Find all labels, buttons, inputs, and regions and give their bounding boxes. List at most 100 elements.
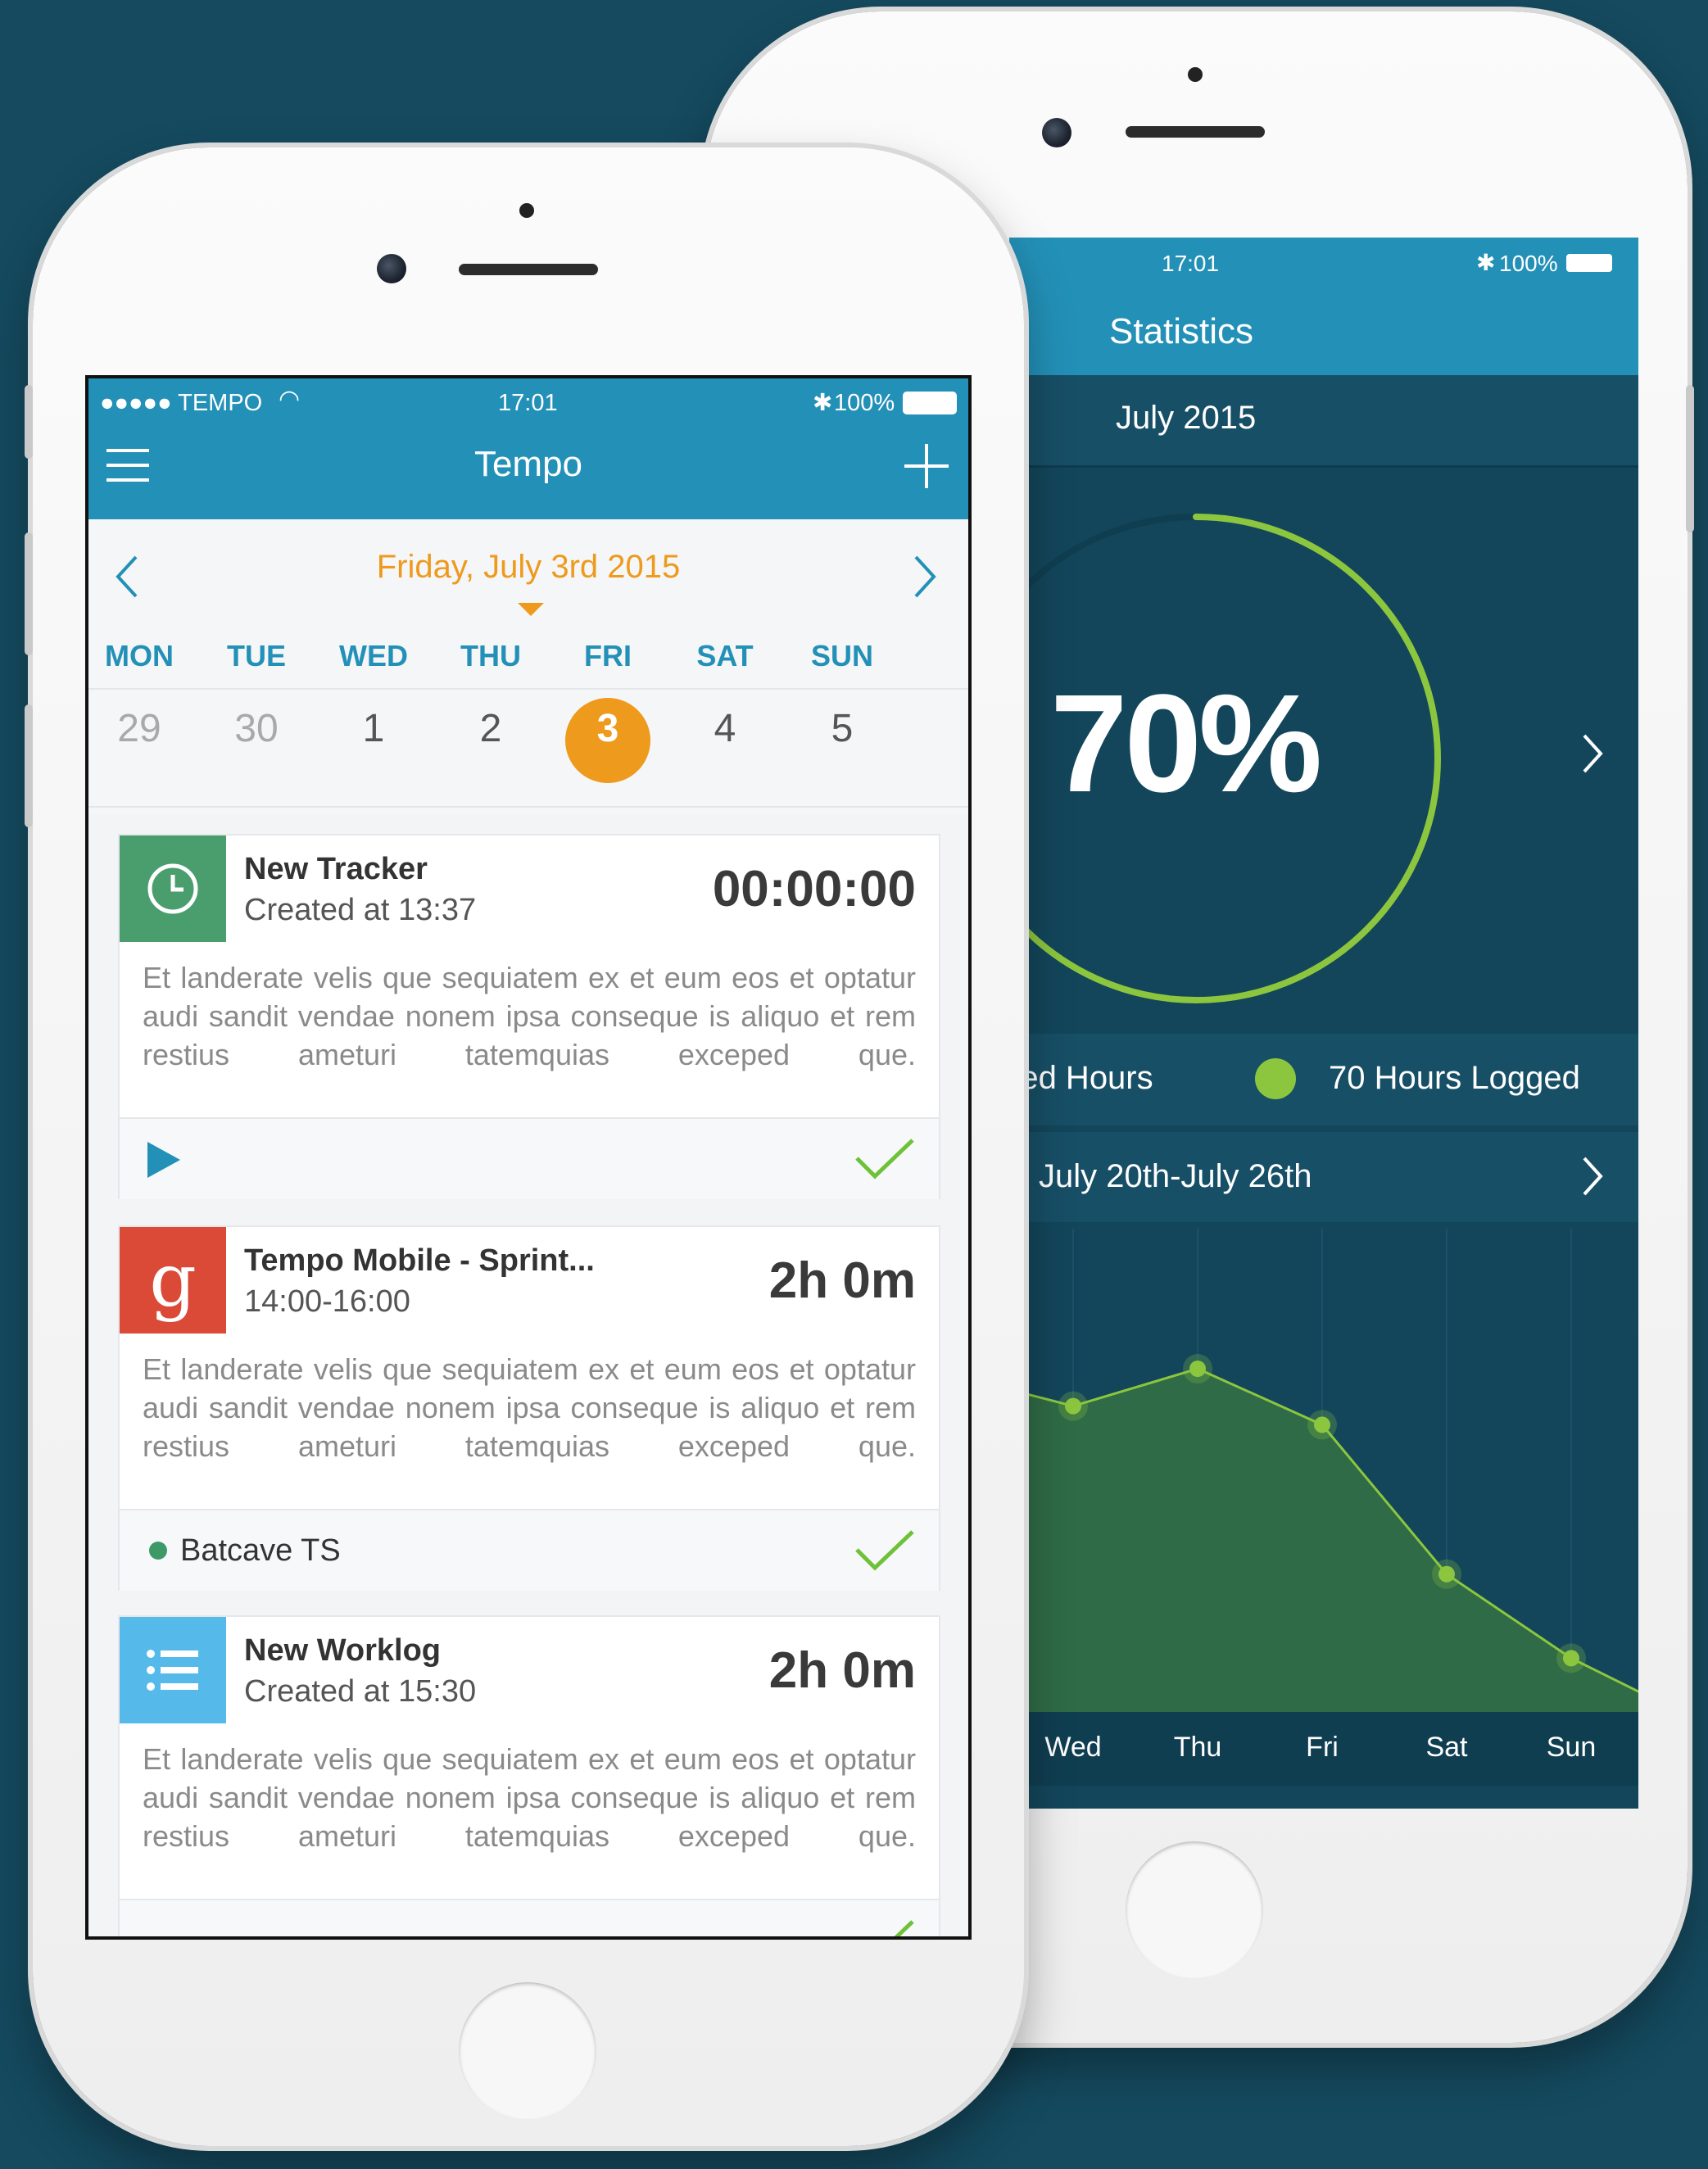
weekday-label-sun: SUN — [810, 639, 873, 672]
project-label: Batcave TS — [180, 1533, 341, 1568]
proximity-sensor — [519, 203, 534, 218]
entry-card-calendar[interactable]: g Tempo Mobile - Sprint... 14:00-16:00 2… — [118, 1225, 940, 1591]
speaker-grille — [459, 264, 598, 275]
battery-icon — [1566, 254, 1612, 272]
entry-description: Et landerate velis que sequiatem ex et e… — [143, 1352, 916, 1463]
entry-card-tracker[interactable]: New Tracker Created at 13:37 00:00:00 Et… — [118, 834, 940, 1199]
day-5[interactable]: 5 — [793, 706, 891, 751]
card-footer: Batcave TS — [120, 1509, 939, 1591]
checkmark-icon[interactable] — [854, 1135, 916, 1181]
week-selector[interactable]: July 20th-July 26th — [1009, 1132, 1638, 1222]
checkmark-icon[interactable] — [854, 1527, 916, 1573]
entry-title: New Tracker — [244, 852, 428, 886]
legend-logged-dot — [1255, 1058, 1296, 1099]
chart-x-axis: Wed Thu Fri Sat Sun — [1009, 1712, 1638, 1786]
legend-required-hours: red Hours — [1009, 1060, 1153, 1096]
project-dot-icon — [149, 1542, 167, 1560]
selected-date: Friday, July 3rd 2015 — [376, 549, 681, 585]
battery-icon — [903, 392, 957, 414]
carrier-label: ●●●●● TEMPO — [100, 390, 263, 416]
weekday-label-thu: THU — [460, 639, 521, 672]
status-bar: 17:01 ✱ 100% — [1009, 238, 1638, 287]
day-29[interactable]: 29 — [90, 706, 188, 751]
month-label: July 2015 — [1116, 400, 1257, 436]
entry-subtitle: Created at 15:30 — [244, 1674, 477, 1709]
x-tick-thu: Thu — [1173, 1732, 1222, 1763]
clock-icon — [120, 835, 226, 942]
volume-up-button — [25, 532, 33, 655]
day-2[interactable]: 2 — [442, 706, 540, 751]
home-button[interactable] — [1126, 1841, 1263, 1979]
front-camera-icon — [377, 254, 406, 283]
tempo-screen: ●●●●● TEMPO ◠ 17:01 ✱ 100% Tempo Friday,… — [85, 375, 972, 1940]
weekday-label-tue: TUE — [227, 639, 286, 672]
speaker-grille — [1126, 126, 1265, 138]
chart-point-thu — [1189, 1361, 1206, 1377]
chart-legend: red Hours 70 Hours Logged — [1009, 1034, 1638, 1125]
chevron-right-icon[interactable] — [908, 552, 940, 601]
page-title: Statistics — [1109, 311, 1254, 351]
add-icon[interactable] — [904, 444, 949, 488]
silent-switch — [25, 385, 33, 459]
play-icon[interactable] — [147, 1142, 180, 1178]
day-4[interactable]: 4 — [676, 706, 774, 751]
month-selector[interactable]: July 2015 — [1009, 375, 1638, 465]
chart-point-wed — [1065, 1397, 1081, 1415]
entry-title: New Worklog — [244, 1633, 441, 1668]
google-icon: g — [120, 1227, 226, 1334]
x-tick-sun: Sun — [1546, 1732, 1597, 1763]
divider — [1009, 465, 1638, 468]
card-footer — [120, 1899, 939, 1940]
wifi-icon: ◠ — [279, 386, 301, 413]
volume-down-button — [25, 704, 33, 827]
navigation-bar: Statistics — [1009, 287, 1638, 375]
entry-subtitle: 14:00-16:00 — [244, 1284, 410, 1319]
entry-duration: 2h 0m — [768, 1642, 916, 1699]
entry-subtitle: Created at 13:37 — [244, 893, 477, 927]
chart-point-fri — [1314, 1416, 1330, 1433]
entry-description: Et landerate velis que sequiatem ex et e… — [143, 961, 916, 1071]
chevron-right-icon[interactable] — [1576, 729, 1609, 778]
proximity-sensor — [1188, 67, 1203, 82]
front-camera-icon — [1042, 118, 1071, 147]
status-time: 17:01 — [1162, 251, 1220, 276]
battery-percent: 100% — [834, 390, 895, 416]
week-range-label: July 20th-July 26th — [1039, 1158, 1312, 1194]
volume-button — [1686, 385, 1694, 532]
app-header: ●●●●● TEMPO ◠ 17:01 ✱ 100% Tempo — [88, 378, 968, 519]
card-footer — [120, 1117, 939, 1199]
status-time: 17:01 — [498, 390, 558, 416]
x-tick-wed: Wed — [1044, 1732, 1102, 1763]
caret-down-icon — [518, 603, 544, 616]
entry-duration: 2h 0m — [768, 1252, 916, 1309]
chart-point-sun — [1563, 1650, 1579, 1667]
weekday-label-sat: SAT — [696, 639, 754, 672]
x-tick-sat: Sat — [1425, 1732, 1468, 1763]
list-icon — [120, 1617, 226, 1723]
chevron-right-icon[interactable] — [1576, 1152, 1609, 1201]
percent-value: 70% — [1050, 666, 1322, 822]
day-3[interactable]: 3 — [559, 706, 657, 751]
hours-area-chart — [1009, 1229, 1638, 1712]
statistics-screen: 17:01 ✱ 100% Statistics July 2015 70% re… — [1009, 238, 1638, 1809]
status-bar: ●●●●● TEMPO ◠ 17:01 ✱ 100% — [88, 378, 968, 424]
weekday-label-wed: WED — [339, 639, 408, 672]
entry-duration: 00:00:00 — [712, 861, 916, 917]
divider — [88, 688, 968, 690]
day-1[interactable]: 1 — [324, 706, 423, 751]
entry-card-worklog[interactable]: New Worklog Created at 15:30 2h 0m Et la… — [118, 1615, 940, 1940]
weekday-label-mon: MON — [105, 639, 174, 672]
entry-title: Tempo Mobile - Sprint... — [244, 1243, 595, 1278]
battery-percent: 100% — [1499, 251, 1558, 276]
home-button[interactable] — [459, 1982, 596, 2120]
checkmark-icon[interactable] — [854, 1917, 916, 1940]
bluetooth-icon: ✱ — [1476, 250, 1496, 275]
weekday-label-fri: FRI — [584, 639, 632, 672]
entry-description: Et landerate velis que sequiatem ex et e… — [143, 1742, 916, 1853]
legend-logged-hours: 70 Hours Logged — [1329, 1060, 1580, 1096]
bluetooth-icon: ✱ — [813, 390, 833, 416]
x-tick-fri: Fri — [1306, 1732, 1339, 1763]
divider — [88, 806, 968, 808]
chart-point-sat — [1438, 1565, 1455, 1583]
day-30[interactable]: 30 — [207, 706, 306, 751]
